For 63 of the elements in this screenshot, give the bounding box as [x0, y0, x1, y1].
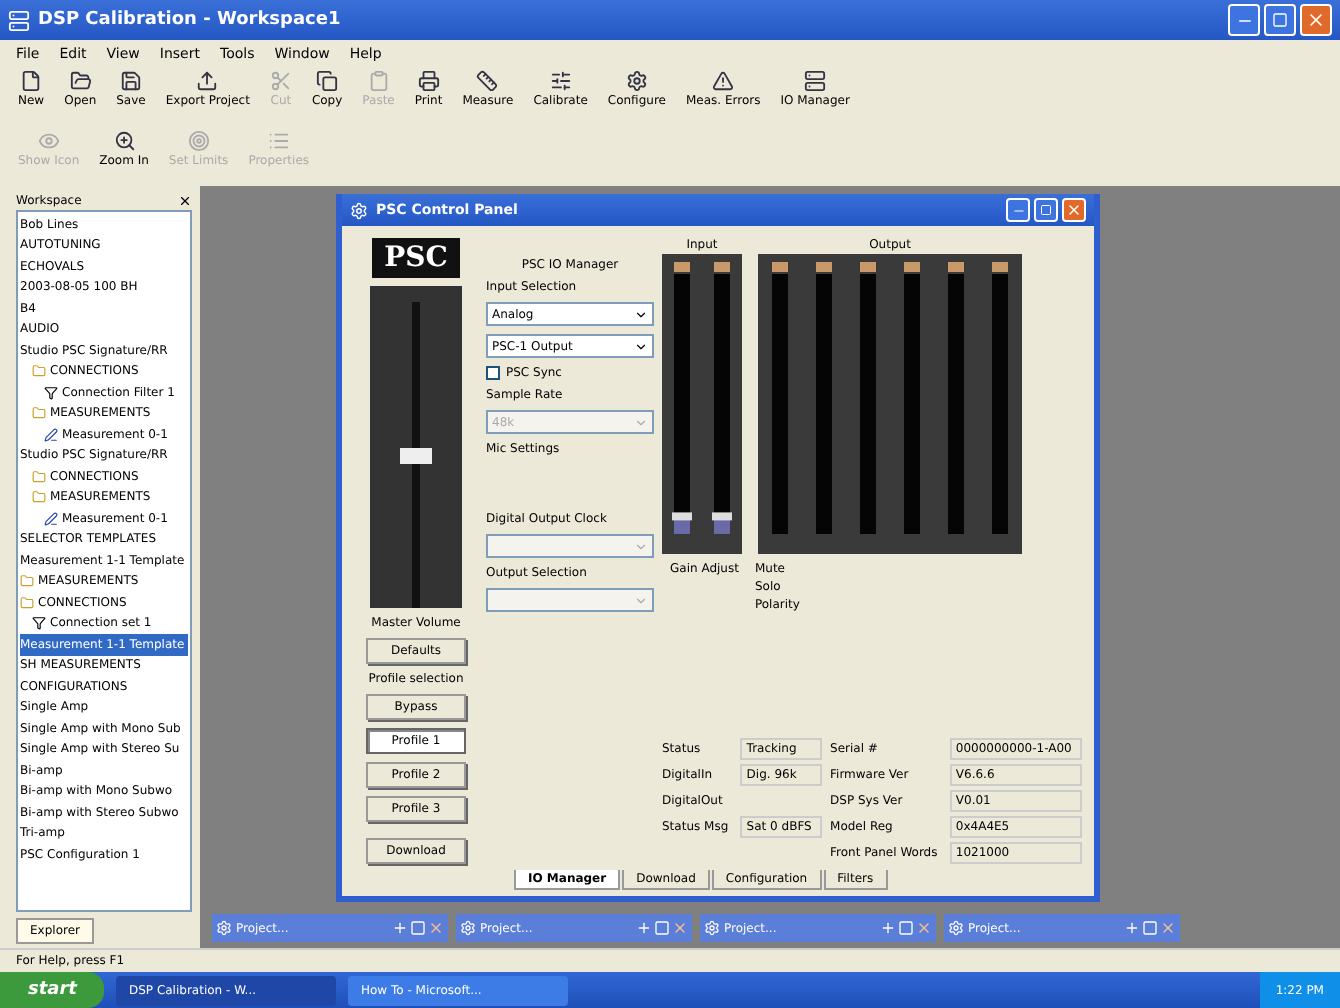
filter-icon	[44, 385, 58, 400]
clock-dropdown[interactable]	[486, 534, 654, 558]
printer-icon	[417, 70, 440, 92]
master-volume-fader[interactable]	[370, 286, 462, 608]
folder-icon	[32, 364, 46, 379]
minimize-button[interactable]	[1006, 198, 1030, 222]
window-title: DSP Calibration - Workspace1	[38, 10, 341, 30]
server-icon	[804, 70, 827, 92]
close-icon	[1306, 10, 1326, 30]
chevron-icon	[634, 339, 648, 353]
start-button[interactable]: start	[0, 972, 105, 1008]
maximize-icon[interactable]	[898, 920, 914, 936]
close-button[interactable]	[1062, 198, 1086, 222]
clipboard-icon	[367, 70, 390, 92]
folder-icon	[20, 595, 34, 610]
logo: PSC	[372, 238, 460, 278]
maximize-icon[interactable]	[1142, 920, 1158, 936]
folder-icon	[32, 469, 46, 484]
maximize-icon	[1040, 204, 1052, 216]
scissors-icon	[269, 70, 292, 92]
minimize-button[interactable]	[1228, 4, 1260, 36]
pen-icon	[44, 511, 58, 526]
copy-icon	[316, 70, 339, 92]
warning-icon	[712, 70, 735, 92]
restore-icon[interactable]	[1124, 920, 1140, 936]
output-dropdown[interactable]	[486, 588, 654, 612]
gear-icon	[704, 920, 720, 936]
gear-icon	[460, 920, 476, 936]
restore-icon[interactable]	[880, 920, 896, 936]
save-icon	[119, 70, 142, 92]
folder-icon	[32, 490, 46, 505]
eye-icon	[37, 130, 60, 152]
gear-icon	[216, 920, 232, 936]
restore-icon[interactable]	[636, 920, 652, 936]
app-icon	[8, 9, 30, 31]
upload-icon	[196, 70, 219, 92]
maximize-button[interactable]	[1034, 198, 1058, 222]
gear-icon	[948, 920, 964, 936]
gear-icon	[350, 201, 368, 219]
chevron-icon	[634, 539, 648, 553]
folder-icon	[20, 574, 34, 589]
pen-icon	[44, 427, 58, 442]
sync-checkbox[interactable]	[486, 366, 500, 380]
sliders-icon	[549, 70, 572, 92]
restore-icon[interactable]	[392, 920, 408, 936]
close-icon[interactable]	[178, 193, 192, 207]
target-icon	[187, 130, 210, 152]
filter-icon	[32, 616, 46, 631]
ruler-icon	[476, 70, 499, 92]
zoom-in-icon	[113, 130, 136, 152]
chevron-icon	[634, 593, 648, 607]
settings-icon	[625, 70, 648, 92]
maximize-icon[interactable]	[654, 920, 670, 936]
close-icon	[1066, 202, 1082, 218]
file-icon	[20, 70, 43, 92]
folder-icon	[69, 70, 92, 92]
chevron-icon	[634, 307, 648, 321]
maximize-icon[interactable]	[410, 920, 426, 936]
close-button[interactable]	[1300, 4, 1332, 36]
chevron-icon	[634, 415, 648, 429]
maximize-icon	[1272, 12, 1288, 28]
maximize-button[interactable]	[1264, 4, 1296, 36]
folder-icon	[32, 406, 46, 421]
